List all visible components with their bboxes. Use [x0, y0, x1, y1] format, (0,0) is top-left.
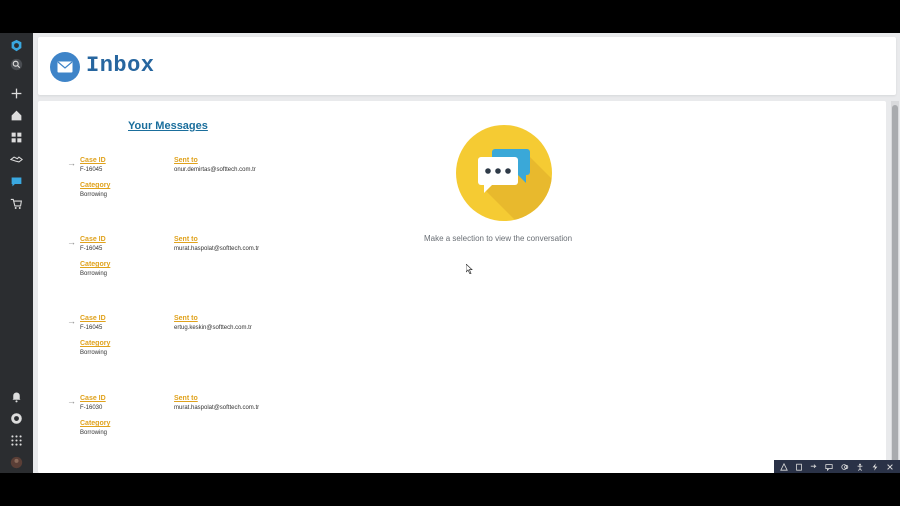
sent-to-value: murat.haspolat@softtech.com.tr: [174, 405, 260, 411]
category-value: Borrowing: [80, 271, 108, 277]
nav-rail: [0, 33, 33, 473]
cart-icon[interactable]: [8, 195, 25, 212]
search-icon[interactable]: [8, 56, 25, 73]
bottom-toolbar: [774, 460, 900, 473]
scrollbar-thumb[interactable]: [892, 105, 898, 465]
sent-to-label: Sent to: [174, 236, 198, 243]
message-item[interactable]: → Case ID F-16045 Sent to ertug.keskin@s…: [38, 313, 358, 373]
pointer-icon[interactable]: [810, 462, 819, 471]
clipboard-icon[interactable]: [794, 462, 803, 471]
bell-icon[interactable]: [8, 388, 25, 405]
sent-to-label: Sent to: [174, 395, 198, 402]
page-title: Inbox: [86, 53, 155, 78]
category-label: Category: [80, 261, 111, 268]
case-id-label: Case ID: [80, 315, 106, 322]
messages-title: Your Messages: [128, 120, 208, 132]
case-id-label: Case ID: [80, 395, 106, 402]
scrollbar[interactable]: [891, 101, 899, 473]
case-id-value: F-16045: [80, 246, 103, 252]
app-window: Inbox Your Messages → Case ID F-16045 Se…: [0, 33, 900, 473]
sent-to-value: onur.demirtas@softtech.com.tr: [174, 167, 256, 173]
help-icon[interactable]: [8, 410, 25, 427]
apps-icon[interactable]: [8, 432, 25, 449]
sent-to-value: ertug.keskin@softtech.com.tr: [174, 325, 252, 331]
arrow-right-icon: →: [67, 396, 76, 406]
category-value: Borrowing: [80, 430, 108, 436]
case-id-label: Case ID: [80, 236, 106, 243]
sent-to-label: Sent to: [174, 315, 198, 322]
category-value: Borrowing: [80, 350, 108, 356]
inbox-content: Your Messages → Case ID F-16045 Sent to …: [38, 101, 886, 473]
category-label: Category: [80, 182, 111, 189]
page-header: Inbox: [38, 37, 896, 95]
comment-icon[interactable]: [825, 462, 834, 471]
accessibility-icon[interactable]: [855, 462, 864, 471]
chat-bubbles-icon: [456, 125, 552, 221]
category-label: Category: [80, 340, 111, 347]
cursor-icon: [466, 264, 473, 274]
bolt-icon[interactable]: [871, 462, 880, 471]
message-item[interactable]: → Case ID F-16045 Sent to onur.demirtas@…: [38, 155, 358, 215]
close-icon[interactable]: [886, 462, 895, 471]
logo-icon[interactable]: [8, 37, 25, 54]
home-icon[interactable]: [8, 107, 25, 124]
avatar[interactable]: [8, 454, 25, 471]
layers-icon[interactable]: [840, 462, 849, 471]
message-item[interactable]: → Case ID F-16030 Sent to murat.haspolat…: [38, 393, 358, 453]
category-label: Category: [80, 420, 111, 427]
message-item[interactable]: → Case ID F-16045 Sent to murat.haspolat…: [38, 234, 358, 294]
handshake-icon[interactable]: [8, 151, 25, 168]
case-id-label: Case ID: [80, 157, 106, 164]
arrow-right-icon: →: [67, 316, 76, 326]
envelope-icon: [50, 52, 80, 82]
category-value: Borrowing: [80, 192, 108, 198]
warning-icon[interactable]: [779, 462, 788, 471]
plus-icon[interactable]: [8, 85, 25, 102]
sent-to-value: murat.haspolat@softtech.com.tr: [174, 246, 260, 252]
grid-icon[interactable]: [8, 129, 25, 146]
sent-to-label: Sent to: [174, 157, 198, 164]
case-id-value: F-16030: [80, 405, 103, 411]
arrow-right-icon: →: [67, 158, 76, 168]
case-id-value: F-16045: [80, 325, 103, 331]
empty-state-text: Make a selection to view the conversatio…: [423, 234, 573, 243]
chat-icon[interactable]: [8, 173, 25, 190]
arrow-right-icon: →: [67, 237, 76, 247]
case-id-value: F-16045: [80, 167, 103, 173]
